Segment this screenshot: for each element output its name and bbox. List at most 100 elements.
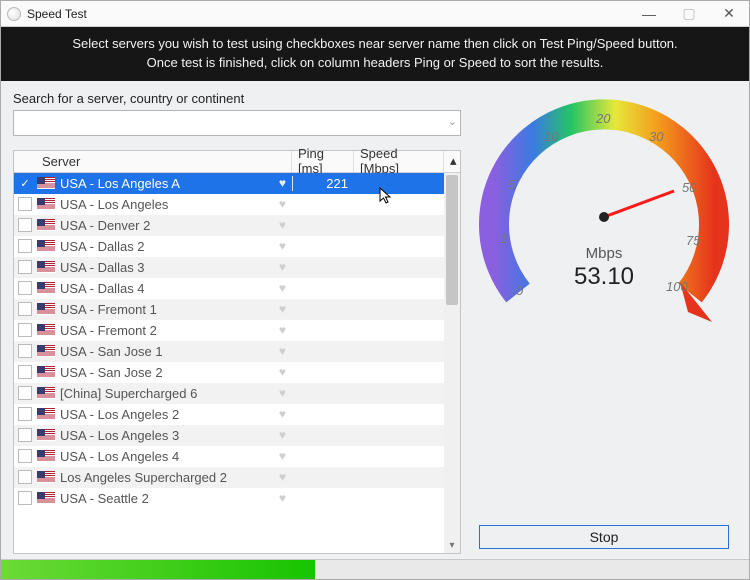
row-checkbox[interactable]	[18, 323, 32, 337]
speed-test-window: Speed Test — ▢ ✕ Select servers you wish…	[0, 0, 750, 580]
table-row[interactable]: USA - Denver 2♥	[14, 215, 444, 236]
instructions-banner: Select servers you wish to test using ch…	[1, 27, 749, 81]
tick-1: 1	[500, 231, 507, 246]
table-row[interactable]: USA - Los Angeles♥	[14, 194, 444, 215]
tick-10: 10	[544, 129, 558, 144]
row-checkbox[interactable]	[18, 302, 32, 316]
flag-icon	[37, 492, 55, 504]
row-checkbox[interactable]	[18, 428, 32, 442]
server-name: USA - Dallas 2	[60, 239, 145, 254]
table-row[interactable]: USA - San Jose 2♥	[14, 362, 444, 383]
row-checkbox[interactable]	[18, 365, 32, 379]
favorite-icon[interactable]: ♥	[279, 302, 286, 316]
table-row[interactable]: USA - Fremont 1♥	[14, 299, 444, 320]
close-button[interactable]: ✕	[709, 1, 749, 27]
table-header: Server Ping [ms] Speed [Mbps] ▴	[14, 151, 460, 173]
table-row[interactable]: Los Angeles Supercharged 2 ♥	[14, 467, 444, 488]
server-name: USA - Los Angeles A	[60, 176, 180, 191]
favorite-icon[interactable]: ♥	[279, 491, 286, 505]
speed-gauge: 0 1 5 10 20 30 50 75 100 Mbps 53.10	[474, 87, 734, 347]
col-speed[interactable]: Speed [Mbps]	[354, 151, 444, 172]
server-name: USA - Seattle 2	[60, 491, 149, 506]
table-row[interactable]: ✓USA - Los Angeles A♥221	[14, 173, 444, 194]
server-name: USA - Fremont 2	[60, 323, 157, 338]
row-checkbox[interactable]: ✓	[18, 176, 32, 190]
server-name: Los Angeles Supercharged 2	[60, 470, 227, 485]
table-body[interactable]: ✓USA - Los Angeles A♥221USA - Los Angele…	[14, 173, 444, 553]
row-checkbox[interactable]	[18, 470, 32, 484]
server-name: USA - Dallas 4	[60, 281, 145, 296]
favorite-icon[interactable]: ♥	[279, 260, 286, 274]
favorite-icon[interactable]: ♥	[279, 470, 286, 484]
flag-icon	[37, 261, 55, 273]
favorite-icon[interactable]: ♥	[279, 365, 286, 379]
favorite-icon[interactable]: ♥	[279, 428, 286, 442]
table-row[interactable]: USA - Dallas 2 ♥	[14, 236, 444, 257]
favorite-icon[interactable]: ♥	[279, 176, 286, 190]
row-checkbox[interactable]	[18, 407, 32, 421]
tick-50: 50	[682, 180, 696, 195]
tick-30: 30	[649, 129, 663, 144]
favorite-icon[interactable]: ♥	[279, 344, 286, 358]
flag-icon	[37, 219, 55, 231]
server-name: [China] Supercharged 6	[60, 386, 197, 401]
server-name: USA - Dallas 3	[60, 260, 145, 275]
col-scroll-spacer: ▴	[444, 151, 460, 172]
scrollbar-thumb[interactable]	[446, 175, 458, 305]
favorite-icon[interactable]: ♥	[279, 386, 286, 400]
favorite-icon[interactable]: ♥	[279, 239, 286, 253]
row-checkbox[interactable]	[18, 386, 32, 400]
window-controls: — ▢ ✕	[629, 1, 749, 27]
table-row[interactable]: USA - Fremont 2 ♥	[14, 320, 444, 341]
tick-5: 5	[508, 177, 515, 192]
server-table: Server Ping [ms] Speed [Mbps] ▴ ✓ USA - L…	[13, 150, 461, 554]
search-input[interactable]	[13, 110, 461, 136]
gauge-needle	[604, 191, 674, 217]
progress-fill	[1, 560, 315, 579]
server-name: USA - Los Angeles 2	[60, 407, 179, 422]
window-title: Speed Test	[27, 7, 629, 21]
row-checkbox[interactable]	[18, 260, 32, 274]
maximize-button[interactable]: ▢	[669, 1, 709, 27]
chevron-down-icon[interactable]: ⌄	[448, 115, 457, 128]
col-server[interactable]: Server	[14, 151, 292, 172]
server-name: USA - San Jose 1	[60, 344, 163, 359]
row-checkbox[interactable]	[18, 197, 32, 211]
table-row[interactable]: USA - Los Angeles 4♥	[14, 446, 444, 467]
titlebar: Speed Test — ▢ ✕	[1, 1, 749, 27]
table-row[interactable]: USA - Dallas 3 ♥	[14, 257, 444, 278]
row-checkbox[interactable]	[18, 344, 32, 358]
row-checkbox[interactable]	[18, 281, 32, 295]
row-checkbox[interactable]	[18, 218, 32, 232]
flag-icon	[37, 366, 55, 378]
flag-icon	[37, 282, 55, 294]
table-row[interactable]: USA - San Jose 1 ♥	[14, 341, 444, 362]
favorite-icon[interactable]: ♥	[279, 218, 286, 232]
flag-icon	[37, 324, 55, 336]
table-row[interactable]: USA - Los Angeles 2 ♥	[14, 404, 444, 425]
table-row[interactable]: [China] Supercharged 6 ♥	[14, 383, 444, 404]
row-checkbox[interactable]	[18, 491, 32, 505]
flag-icon	[37, 345, 55, 357]
flag-icon	[37, 387, 55, 399]
table-row[interactable]: USA - Dallas 4 ♥	[14, 278, 444, 299]
progress-bar	[1, 559, 749, 579]
stop-button[interactable]: Stop	[479, 525, 729, 549]
vertical-scrollbar[interactable]: ▾	[444, 173, 460, 553]
row-checkbox[interactable]	[18, 449, 32, 463]
gauge-svg	[474, 87, 734, 347]
minimize-button[interactable]: —	[629, 1, 669, 27]
favorite-icon[interactable]: ♥	[279, 281, 286, 295]
favorite-icon[interactable]: ♥	[279, 323, 286, 337]
table-row[interactable]: USA - Los Angeles 3♥	[14, 425, 444, 446]
app-icon	[7, 7, 21, 21]
favorite-icon[interactable]: ♥	[279, 197, 286, 211]
row-checkbox[interactable]	[18, 239, 32, 253]
left-panel: Search for a server, country or continen…	[13, 91, 461, 573]
tick-20: 20	[596, 111, 610, 126]
favorite-icon[interactable]: ♥	[279, 449, 286, 463]
col-ping[interactable]: Ping [ms]	[292, 151, 354, 172]
table-row[interactable]: USA - Seattle 2 ♥	[14, 488, 444, 509]
favorite-icon[interactable]: ♥	[279, 407, 286, 421]
scroll-down-icon[interactable]: ▾	[444, 537, 460, 553]
